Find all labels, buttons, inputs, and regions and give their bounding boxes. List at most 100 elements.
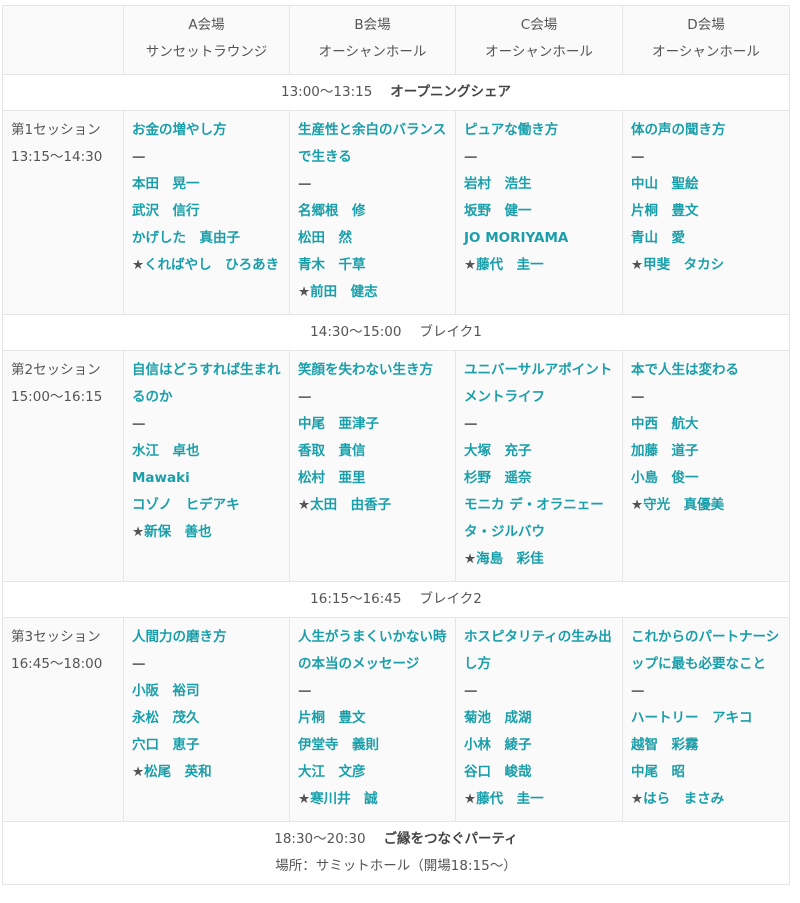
speaker-link[interactable]: 岩村 浩生 [464,171,614,198]
break1-time: 14:30〜15:00 [310,324,402,340]
speaker-link[interactable]: 中尾 昭 [631,759,781,786]
venue-name: B会場 [354,17,391,33]
speaker-link[interactable]: 大江 文彦 [298,759,447,786]
star-icon: ★ [631,791,644,807]
star-icon: ★ [132,257,145,273]
talk-cell: 笑顔を失わない生き方 — 中尾 亜津子 香取 貴信 松村 亜里 ★太田 由香子 [289,350,456,582]
talk-title-link[interactable]: ホスピタリティの生み出し方 [464,624,614,678]
speaker-link[interactable]: 穴口 恵子 [132,732,281,759]
speaker-link[interactable]: 片桐 豊文 [631,198,781,225]
moderator-link[interactable]: ★寒川井 誠 [298,786,447,813]
speaker-link[interactable]: 小島 俊一 [631,465,781,492]
speaker-link[interactable]: 本田 晃一 [132,171,281,198]
speaker-link[interactable]: 香取 貴信 [298,438,447,465]
speaker-link[interactable]: モニカ デ・オラニェータ・ジルバウ [464,492,614,546]
separator-dash: — [631,683,645,699]
speaker-link[interactable]: 小林 綾子 [464,732,614,759]
speaker-link[interactable]: 永松 茂久 [132,705,281,732]
venue-name: D会場 [687,17,725,33]
speaker-link[interactable]: 加藤 道子 [631,438,781,465]
star-icon: ★ [464,551,477,567]
moderator-link[interactable]: ★藤代 圭一 [464,786,614,813]
speaker-link[interactable]: 中尾 亜津子 [298,411,447,438]
talk-title-link[interactable]: 人間力の磨き方 [132,624,281,651]
star-icon: ★ [298,791,311,807]
talk-title-link[interactable]: ユニバーサルアポイントメントライフ [464,357,614,411]
break1-row: 14:30〜15:00 ブレイク1 [2,314,790,351]
moderator-link[interactable]: ★くればやし ひろあき [132,252,281,279]
speaker-link[interactable]: 名郷根 修 [298,198,447,225]
speaker-link[interactable]: 大塚 充子 [464,438,614,465]
talk-title-link[interactable]: 本で人生は変わる [631,357,781,384]
speaker-link[interactable]: ハートリー アキコ [631,705,781,732]
moderator-link[interactable]: ★海島 彩佳 [464,546,614,573]
speaker-link[interactable]: かげした 真由子 [132,225,281,252]
speaker-link[interactable]: 谷口 峻哉 [464,759,614,786]
break2-title: ブレイク2 [419,591,482,607]
session-row: 第1セッション 13:15〜14:30 お金の増やし方 — 本田 晃一 武沢 信行 かげした… [2,110,790,315]
moderator-name: 前田 健志 [310,284,378,300]
speaker-link[interactable]: 越智 彩霧 [631,732,781,759]
venue-hall: サンセットラウンジ [145,44,268,60]
opening-title: オープニングシェア [390,84,511,100]
moderator-link[interactable]: ★守光 真優美 [631,492,781,519]
moderator-link[interactable]: ★前田 健志 [298,279,447,306]
speaker-link[interactable]: 中山 聖絵 [631,171,781,198]
talk-cell: 生産性と余白のバランスで生きる — 名郷根 修松田 然青木 千草 ★前田 健志 [289,110,456,315]
speaker-link[interactable]: コゾノ ヒデアキ [132,492,281,519]
separator-dash: — [631,149,645,165]
party-title: ご縁をつなぐパーティ [383,831,518,847]
break2-cell: 16:15〜16:45 ブレイク2 [2,581,790,618]
venue-hall: オーシャンホール [652,44,760,60]
session-label-cell: 第3セッション 16:45〜18:00 [2,617,124,822]
session-row: 第2セッション 15:00〜16:15 自信はどうすれば生まれるのか — 水江 卓也 Ma… [2,350,790,582]
speaker-link[interactable]: 中西 航大 [631,411,781,438]
moderator-name: 寒川井 誠 [310,791,378,807]
party-place: 場所：サミットホール（開場18:15〜） [275,858,517,874]
speaker-link[interactable]: 坂野 健一 [464,198,614,225]
separator-dash: — [298,389,312,405]
speaker-link[interactable]: 菊池 成湖 [464,705,614,732]
star-icon: ★ [132,524,145,540]
speaker-link[interactable]: 杉野 遥奈 [464,465,614,492]
talk-cell: これからのパートナーシップに最も必要なこと — ハートリー アキコ 越智 彩霧 中尾 昭… [622,617,790,822]
moderator-link[interactable]: ★はら まさみ [631,786,781,813]
separator-dash: — [132,416,146,432]
moderator-name: 松尾 英和 [144,764,212,780]
moderator-link[interactable]: ★松尾 英和 [132,759,281,786]
speaker-link[interactable]: 松村 亜里 [298,465,447,492]
header-corner [2,5,124,75]
venue-header: B会場 オーシャンホール [289,5,456,75]
talk-title-link[interactable]: お金の増やし方 [132,117,281,144]
moderator-name: 甲斐 タカシ [643,257,725,273]
talk-title-link[interactable]: 生産性と余白のバランスで生きる [298,117,447,171]
moderator-link[interactable]: ★新保 善也 [132,519,281,546]
speaker-link[interactable]: 片桐 豊文 [298,705,447,732]
moderator-link[interactable]: ★藤代 圭一 [464,252,614,279]
talk-title-link[interactable]: これからのパートナーシップに最も必要なこと [631,624,781,678]
talk-title-link[interactable]: 自信はどうすれば生まれるのか [132,357,281,411]
speaker-link[interactable]: 水江 卓也 [132,438,281,465]
talk-cell: お金の増やし方 — 本田 晃一 武沢 信行 かげした 真由子 ★くればやし ひろあき [123,110,290,315]
star-icon: ★ [132,764,145,780]
venue-header: C会場 オーシャンホール [455,5,623,75]
speaker-link[interactable]: 小阪 裕司 [132,678,281,705]
moderator-link[interactable]: ★太田 由香子 [298,492,447,519]
star-icon: ★ [631,257,644,273]
separator-dash: — [132,656,146,672]
speaker-link[interactable]: Mawaki [132,465,281,492]
speaker-link[interactable]: JO MORIYAMA [464,225,614,252]
separator-dash: — [464,416,478,432]
speaker-link[interactable]: 青木 千草 [298,252,447,279]
talk-title-link[interactable]: 人生がうまくいかない時の本当のメッセージ [298,624,447,678]
talk-title-link[interactable]: 体の声の聞き方 [631,117,781,144]
speaker-link[interactable]: 武沢 信行 [132,198,281,225]
speaker-link[interactable]: 青山 愛 [631,225,781,252]
talk-title-link[interactable]: 笑顔を失わない生き方 [298,357,447,384]
moderator-link[interactable]: ★甲斐 タカシ [631,252,781,279]
talk-title-link[interactable]: ピュアな働き方 [464,117,614,144]
speaker-link[interactable]: 伊堂寺 義則 [298,732,447,759]
speaker-link[interactable]: 松田 然 [298,225,447,252]
opening-row: 13:00〜13:15 オープニングシェア [2,74,790,111]
talk-cell: ピュアな働き方 — 岩村 浩生 坂野 健一 JO MORIYAMA ★藤代 圭一 [455,110,623,315]
